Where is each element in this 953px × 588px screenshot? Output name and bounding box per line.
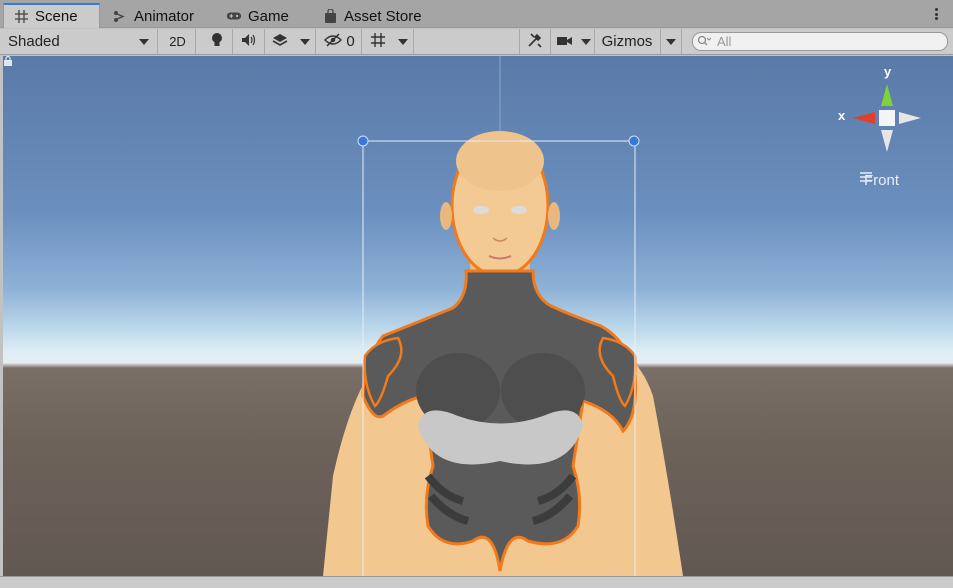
tab-asset-store[interactable]: Asset Store <box>322 4 422 28</box>
search-input[interactable] <box>717 34 937 49</box>
2d-label: 2D <box>169 34 186 49</box>
layers-icon <box>272 33 288 51</box>
speaker-icon <box>241 33 257 50</box>
lightbulb-icon <box>211 32 223 51</box>
gizmos-label: Gizmos <box>601 33 653 50</box>
bounds-handle[interactable] <box>357 135 369 147</box>
lock-icon[interactable] <box>3 56 13 66</box>
tab-bar: Scene Animator Game Asset Store <box>0 0 953 28</box>
shopping-bag-icon <box>322 8 338 24</box>
2d-toggle-button[interactable]: 2D <box>160 29 196 54</box>
tools-icon <box>527 32 543 51</box>
tab-scene[interactable]: Scene <box>3 3 100 28</box>
tab-game[interactable]: Game <box>226 4 289 28</box>
lighting-toggle-button[interactable] <box>201 29 233 54</box>
scene-grid-icon <box>13 9 29 25</box>
chevron-down-icon <box>580 38 591 45</box>
scene-render <box>323 56 683 576</box>
neg-y-axis-cone <box>881 130 893 152</box>
audio-toggle-button[interactable] <box>233 29 265 54</box>
tab-animator[interactable]: Animator <box>112 4 194 28</box>
tab-label: Scene <box>35 8 78 25</box>
hidden-objects-toggle[interactable]: 0 <box>318 29 362 54</box>
camera-dropdown[interactable] <box>577 29 595 54</box>
grid-toggle-button[interactable] <box>364 29 392 54</box>
tools-button[interactable] <box>519 29 551 54</box>
y-axis-label: y <box>884 64 892 79</box>
gizmos-button[interactable]: Gizmos <box>596 29 658 54</box>
grid-snap-icon <box>370 32 386 51</box>
effects-toggle-button[interactable] <box>266 29 294 54</box>
chevron-down-icon <box>666 38 676 45</box>
camera-settings-button[interactable] <box>553 29 577 54</box>
tab-label: Game <box>248 7 289 25</box>
tab-label: Animator <box>134 7 195 25</box>
animator-icon <box>112 8 128 24</box>
gamepad-icon <box>226 8 242 24</box>
chevron-down-icon <box>139 38 149 45</box>
bounds-handle[interactable] <box>628 135 640 147</box>
view-orientation-label[interactable]: Front <box>860 172 899 189</box>
grid-dropdown[interactable] <box>392 29 414 54</box>
tab-label: Asset Store <box>344 7 422 25</box>
hidden-count: 0 <box>346 33 355 50</box>
status-bar <box>0 576 953 588</box>
search-field[interactable] <box>692 32 948 51</box>
orientation-gizmo[interactable]: y x <box>835 64 935 166</box>
effects-dropdown[interactable] <box>294 29 316 54</box>
character-model[interactable] <box>323 131 683 576</box>
search-icon <box>697 34 712 49</box>
more-options-icon[interactable] <box>929 6 943 22</box>
eye-crossed-icon <box>324 32 343 51</box>
camera-icon <box>557 34 573 50</box>
x-axis-cone <box>853 112 875 124</box>
chevron-down-icon <box>397 38 408 45</box>
scene-toolbar: Shaded 2D 0 Gizmos All <box>0 29 953 55</box>
x-axis-label: x <box>838 108 846 123</box>
chevron-down-icon <box>299 38 310 45</box>
y-axis-cone <box>881 84 893 106</box>
neg-x-axis-cone <box>899 112 921 124</box>
gizmo-center-cube <box>879 110 895 126</box>
shading-mode-label: Shaded <box>8 33 60 50</box>
shading-mode-dropdown[interactable]: Shaded <box>0 29 158 54</box>
gizmos-dropdown[interactable] <box>660 29 682 54</box>
scene-viewport[interactable]: y x Front <box>3 56 953 576</box>
